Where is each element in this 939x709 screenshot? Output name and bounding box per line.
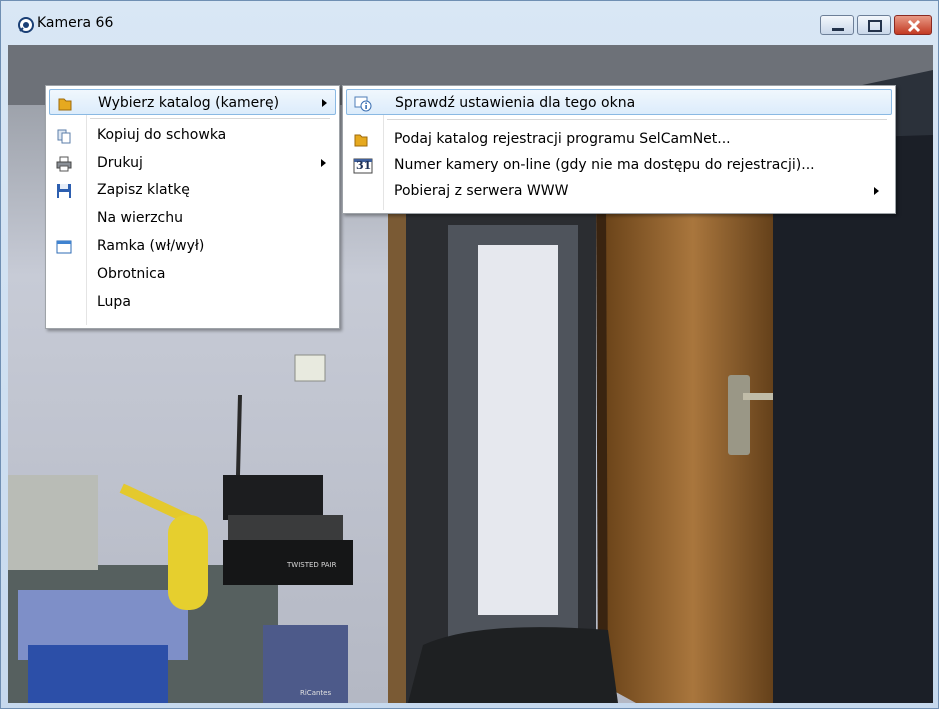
minimize-button[interactable] xyxy=(820,15,854,35)
submenu-item-check-settings[interactable]: Sprawdź ustawienia dla tego okna xyxy=(346,89,892,115)
submenu-item-online-camera-number[interactable]: 31 Numer kamery on-line (gdy nie ma dost… xyxy=(346,152,892,178)
menu-item-save-frame[interactable]: Zapisz klatkę xyxy=(49,177,336,203)
menu-item-rotator[interactable]: Obrotnica xyxy=(49,261,336,287)
submenu-item-registration-dir[interactable]: Podaj katalog rejestracji programu SelCa… xyxy=(346,126,892,152)
title-bar[interactable]: Kamera 66 xyxy=(1,1,939,45)
menu-separator xyxy=(387,119,887,120)
menu-item-magnifier[interactable]: Lupa xyxy=(49,289,336,315)
window-title: Kamera 66 xyxy=(37,15,114,31)
box-label: RiCantes xyxy=(300,689,331,697)
camera-window: Kamera 66 TWISTED PAIR RiCantes Wybierz … xyxy=(0,0,939,709)
folder-icon xyxy=(57,95,73,111)
floppy-disk-icon xyxy=(56,182,72,198)
maximize-icon xyxy=(868,20,882,32)
printer-icon xyxy=(56,155,72,172)
submenu: Sprawdź ustawienia dla tego okna Podaj k… xyxy=(342,85,896,214)
menu-item-copy[interactable]: Kopiuj do schowka xyxy=(49,122,336,148)
menu-item-on-top[interactable]: Na wierzchu xyxy=(49,205,336,231)
submenu-item-www-server[interactable]: Pobieraj z serwera WWW xyxy=(346,178,892,204)
close-button[interactable] xyxy=(894,15,932,35)
menu-item-print[interactable]: Drukuj xyxy=(49,150,336,176)
minimize-icon xyxy=(832,28,844,31)
menu-item-select-directory[interactable]: Wybierz katalog (kamerę) xyxy=(49,89,336,115)
camera-eye-icon xyxy=(17,16,35,34)
menu-item-frame-toggle[interactable]: Ramka (wł/wył) xyxy=(49,233,336,259)
calendar-number: 31 xyxy=(356,159,372,172)
maximize-button[interactable] xyxy=(857,15,891,35)
calendar-31-icon: 31 xyxy=(353,157,373,174)
window-info-icon xyxy=(354,95,372,112)
submenu-arrow-icon xyxy=(874,187,879,195)
camera-feed: TWISTED PAIR RiCantes Wybierz katalog (k… xyxy=(8,45,933,703)
copy-icon xyxy=(56,127,72,144)
twisted-pair-label: TWISTED PAIR xyxy=(286,561,337,569)
window-frame-icon xyxy=(56,238,72,254)
submenu-arrow-icon xyxy=(321,159,326,167)
close-icon xyxy=(907,19,921,33)
context-menu: Wybierz katalog (kamerę) Kopiuj do schow… xyxy=(45,85,340,329)
submenu-arrow-icon xyxy=(322,99,327,107)
menu-separator xyxy=(90,118,330,119)
folder-icon xyxy=(353,131,369,147)
